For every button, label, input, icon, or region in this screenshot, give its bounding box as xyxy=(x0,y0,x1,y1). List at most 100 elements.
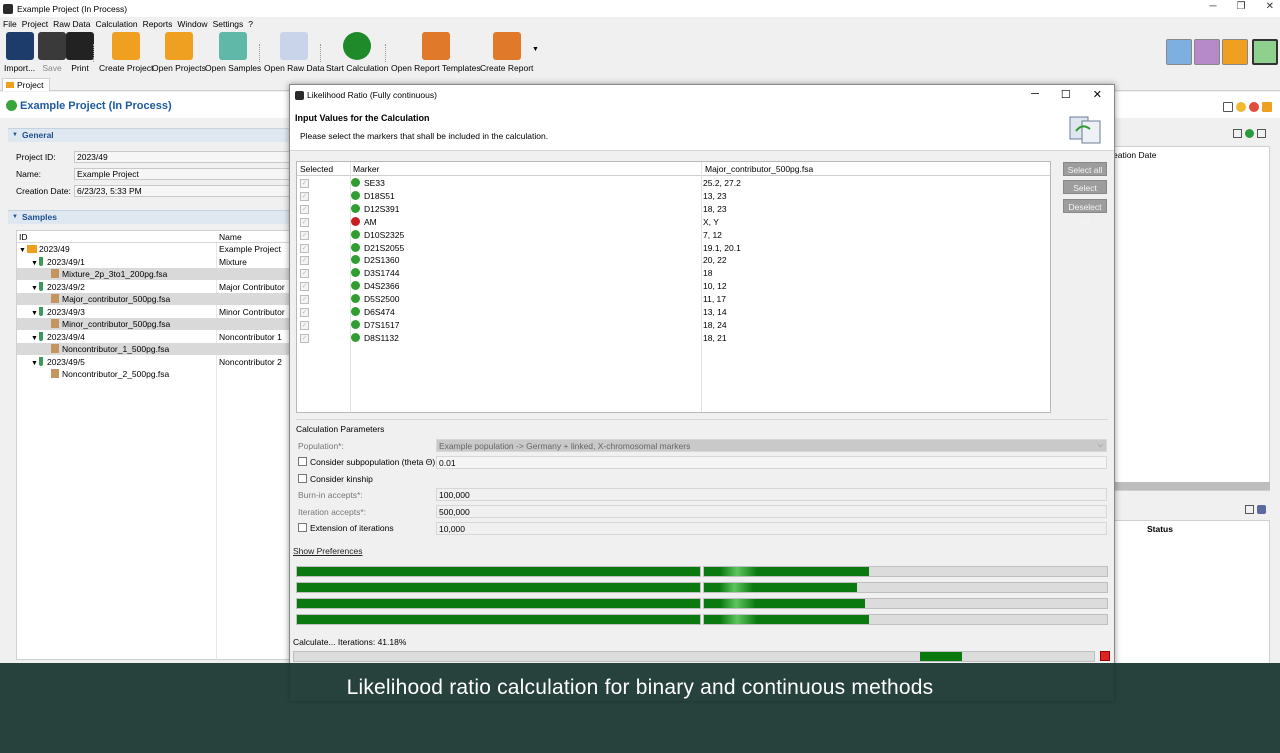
start-calculation-button[interactable]: Start Calculation xyxy=(326,32,388,73)
marker-checkbox[interactable]: ✓ xyxy=(300,217,309,227)
group-perspective-icon[interactable] xyxy=(1252,39,1278,65)
tab-project[interactable]: Project xyxy=(2,78,51,91)
table-icon[interactable] xyxy=(1233,129,1242,138)
extension-checkbox[interactable]: Extension of iterations xyxy=(298,523,394,533)
tree-header-name[interactable]: Name xyxy=(219,232,242,242)
population-select[interactable]: Example population -> Germany + linked, … xyxy=(436,439,1107,452)
marker-checkbox[interactable]: ✓ xyxy=(300,269,309,279)
project-id-field[interactable]: 2023/49 xyxy=(74,151,294,163)
tree-row[interactable]: ▼ 2023/49/4 Noncontributor 1 xyxy=(17,331,293,343)
tree-row[interactable]: Major_contributor_500pg.fsa xyxy=(17,293,293,305)
tree-row[interactable]: ▼ 2023/49/1 Mixture xyxy=(17,256,293,268)
menu-reports[interactable]: Reports xyxy=(143,19,173,29)
subpopulation-checkbox[interactable]: Consider subpopulation (theta Θ) xyxy=(298,457,435,467)
menu-settings[interactable]: Settings xyxy=(213,19,244,29)
print-button[interactable]: Print xyxy=(66,32,94,73)
header-selected[interactable]: Selected xyxy=(300,162,333,176)
dna-perspective-icon[interactable] xyxy=(1166,39,1192,65)
minimize-icon[interactable]: ─ xyxy=(1210,1,1217,12)
samples-section-header[interactable]: Samples xyxy=(8,210,292,224)
marker-checkbox[interactable]: ✓ xyxy=(300,204,309,214)
red-status-icon[interactable] xyxy=(1249,102,1259,112)
theta-field[interactable]: 0.01 xyxy=(436,456,1107,469)
name-field[interactable]: Example Project xyxy=(74,168,294,180)
general-section-header[interactable]: General xyxy=(8,128,292,142)
marker-checkbox[interactable]: ✓ xyxy=(300,295,309,305)
create-report-button[interactable]: Create Report xyxy=(480,32,533,73)
save-button[interactable]: Save xyxy=(38,32,66,73)
show-preferences-link[interactable]: Show Preferences xyxy=(293,546,362,556)
tree-row[interactable]: Noncontributor_1_500pg.fsa xyxy=(17,343,293,355)
folder-icon[interactable] xyxy=(1262,102,1272,112)
marker-checkbox[interactable]: ✓ xyxy=(300,243,309,253)
menu-file[interactable]: File xyxy=(3,19,17,29)
marker-checkbox[interactable]: ✓ xyxy=(300,256,309,266)
kinship-checkbox[interactable]: Consider kinship xyxy=(298,474,373,484)
marker-row[interactable]: ✓ D2S1360 20, 22 xyxy=(297,254,1050,267)
select-valid-button[interactable]: Select valid xyxy=(1063,180,1107,207)
marker-row[interactable]: ✓ D12S391 18, 23 xyxy=(297,203,1050,216)
menu-help[interactable]: ? xyxy=(248,19,253,29)
menu-raw-data[interactable]: Raw Data xyxy=(53,19,90,29)
marker-row[interactable]: ✓ D8S1132 18, 21 xyxy=(297,332,1050,345)
minimize-icon[interactable]: ─ xyxy=(1031,88,1039,101)
horizontal-scrollbar[interactable] xyxy=(1112,482,1270,490)
database-icon[interactable] xyxy=(1257,505,1266,514)
yellow-status-icon[interactable] xyxy=(1236,102,1246,112)
tree-row[interactable]: ▼ 2023/49 Example Project xyxy=(17,243,293,255)
marker-row[interactable]: ✓ D6S474 13, 14 xyxy=(297,306,1050,319)
marker-row[interactable]: ✓ D3S1744 18 xyxy=(297,267,1050,280)
open-projects-button[interactable]: Open Projects xyxy=(152,32,206,73)
tree-header-id[interactable]: ID xyxy=(19,232,28,242)
iteration-field[interactable]: 500,000 xyxy=(436,505,1107,518)
marker-row[interactable]: ✓ AM X, Y xyxy=(297,216,1050,229)
people-perspective-icon[interactable] xyxy=(1194,39,1220,65)
menu-calculation[interactable]: Calculation xyxy=(96,19,138,29)
marker-row[interactable]: ✓ SE33 25.2, 27.2 xyxy=(297,177,1050,190)
tree-row[interactable]: Noncontributor_2_500pg.fsa xyxy=(17,368,293,380)
marker-row[interactable]: ✓ D7S1517 18, 24 xyxy=(297,319,1050,332)
marker-checkbox[interactable]: ✓ xyxy=(300,308,309,317)
column-status[interactable]: Status xyxy=(1147,524,1173,534)
deselect-all-button[interactable]: Deselect all xyxy=(1063,199,1107,226)
marker-checkbox[interactable]: ✓ xyxy=(300,320,309,330)
maximize-icon[interactable]: ❐ xyxy=(1237,1,1246,12)
marker-row[interactable]: ✓ D21S2055 19.1, 20.1 xyxy=(297,242,1050,255)
external-link-icon[interactable] xyxy=(1223,102,1233,112)
header-marker[interactable]: Marker xyxy=(353,162,379,176)
create-project-button[interactable]: Create Project xyxy=(99,32,153,73)
tree-row[interactable]: ▼ 2023/49/3 Minor Contributor xyxy=(17,306,293,318)
marker-checkbox[interactable]: ✓ xyxy=(300,179,309,188)
header-sample[interactable]: Major_contributor_500pg.fsa xyxy=(705,162,813,176)
play-small-icon[interactable] xyxy=(1245,129,1254,138)
list-icon[interactable] xyxy=(1257,129,1266,138)
table-icon[interactable] xyxy=(1245,505,1254,514)
maximize-icon[interactable]: ☐ xyxy=(1061,88,1071,101)
tree-row[interactable]: ▼ 2023/49/2 Major Contributor xyxy=(17,281,293,293)
marker-row[interactable]: ✓ D18S51 13, 23 xyxy=(297,190,1050,203)
marker-checkbox[interactable]: ✓ xyxy=(300,282,309,292)
import-button[interactable]: Import... xyxy=(4,32,35,73)
open-report-templates-button[interactable]: Open Report Templates xyxy=(391,32,481,73)
marker-checkbox[interactable]: ✓ xyxy=(300,333,309,343)
marker-row[interactable]: ✓ D5S2500 11, 17 xyxy=(297,293,1050,306)
tree-row[interactable]: Minor_contributor_500pg.fsa xyxy=(17,318,293,330)
open-samples-button[interactable]: Open Samples xyxy=(205,32,261,73)
dropdown-arrow-icon[interactable]: ▼ xyxy=(532,46,539,53)
marker-checkbox[interactable]: ✓ xyxy=(300,230,309,240)
pedigree-perspective-icon[interactable] xyxy=(1222,39,1248,65)
column-creation-date[interactable]: eation Date xyxy=(1113,150,1156,160)
close-icon[interactable]: ✕ xyxy=(1093,88,1102,101)
creation-date-field[interactable]: 6/23/23, 5:33 PM xyxy=(74,185,294,197)
menu-project[interactable]: Project xyxy=(22,19,48,29)
stop-icon[interactable] xyxy=(1100,651,1110,661)
burnin-field[interactable]: 100,000 xyxy=(436,488,1107,501)
extension-field[interactable]: 10,000 xyxy=(436,522,1107,535)
tree-row[interactable]: Mixture_2p_3to1_200pg.fsa xyxy=(17,268,293,280)
select-all-button[interactable]: Select all xyxy=(1063,162,1107,176)
tree-row[interactable]: ▼ 2023/49/5 Noncontributor 2 xyxy=(17,356,293,368)
open-raw-data-button[interactable]: Open Raw Data xyxy=(264,32,324,73)
menu-window[interactable]: Window xyxy=(177,19,207,29)
close-icon[interactable]: ✕ xyxy=(1266,1,1274,12)
marker-row[interactable]: ✓ D4S2366 10, 12 xyxy=(297,280,1050,293)
